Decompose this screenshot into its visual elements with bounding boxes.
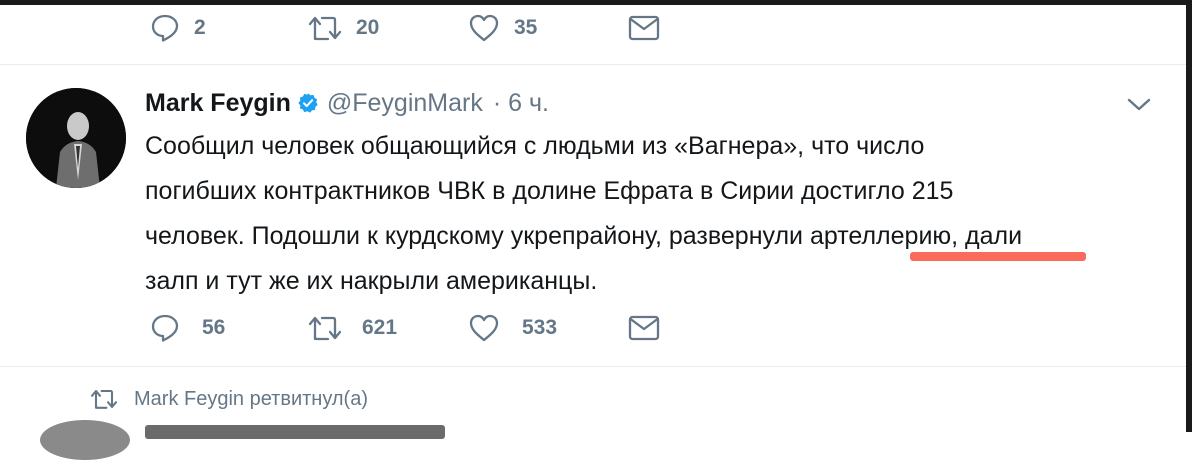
window-right-edge bbox=[1186, 0, 1192, 432]
like-button[interactable]: 533 bbox=[468, 308, 557, 348]
author-handle[interactable]: @FeyginMark bbox=[327, 89, 483, 118]
like-button[interactable]: 35 bbox=[468, 8, 537, 48]
direct-message-button[interactable] bbox=[628, 308, 660, 348]
retweet-icon bbox=[308, 13, 342, 43]
direct-message-button[interactable] bbox=[628, 8, 660, 48]
retweet-notice-text[interactable]: Mark Feygin ретвитнул(а) bbox=[134, 388, 368, 411]
tweet-text-line: Сообщил человек общающийся с людьми из «… bbox=[145, 132, 925, 160]
like-icon bbox=[468, 313, 500, 343]
author-name[interactable]: Mark Feygin bbox=[145, 89, 291, 118]
tweet-timestamp[interactable]: · 6 ч. bbox=[493, 89, 549, 118]
retweet-button[interactable]: 621 bbox=[308, 308, 397, 348]
avatar[interactable] bbox=[26, 88, 126, 188]
reply-button[interactable]: 56 bbox=[150, 308, 225, 348]
like-count: 533 bbox=[522, 316, 558, 339]
reply-count: 2 bbox=[194, 16, 206, 39]
verified-badge-icon bbox=[297, 92, 319, 114]
tweet-header: Mark Feygin @FeyginMark · 6 ч. bbox=[145, 86, 549, 120]
tweet-menu-button[interactable] bbox=[1124, 90, 1154, 120]
tweet-text-line: погибших контрактников ЧВК в долине Ефра… bbox=[145, 177, 954, 205]
retweet-notice: Mark Feygin ретвитнул(а) bbox=[90, 384, 368, 414]
retweet-button[interactable]: 20 bbox=[308, 8, 379, 48]
retweet-icon bbox=[90, 387, 118, 411]
like-count: 35 bbox=[514, 16, 538, 39]
next-tweet-avatar[interactable] bbox=[40, 420, 130, 460]
like-icon bbox=[468, 13, 500, 43]
tweet-text: Сообщил человек общающийся с людьми из «… bbox=[145, 124, 1165, 304]
reply-icon bbox=[150, 13, 180, 43]
tweet-divider bbox=[0, 366, 1186, 367]
chevron-down-icon bbox=[1126, 97, 1152, 113]
retweet-icon bbox=[308, 313, 342, 343]
retweet-count: 621 bbox=[362, 316, 398, 339]
tweet-text-line: залп и тут же их накрыли американцы. bbox=[145, 267, 598, 295]
retweet-count: 20 bbox=[356, 16, 380, 39]
reply-count: 56 bbox=[202, 316, 226, 339]
tweet-divider bbox=[0, 64, 1186, 65]
message-icon bbox=[628, 14, 660, 42]
next-tweet-header bbox=[145, 425, 445, 439]
message-icon bbox=[628, 314, 660, 342]
reply-icon bbox=[150, 313, 180, 343]
red-underline-annotation bbox=[910, 252, 1086, 261]
window-top-edge bbox=[0, 0, 1192, 5]
reply-button[interactable]: 2 bbox=[150, 8, 206, 48]
